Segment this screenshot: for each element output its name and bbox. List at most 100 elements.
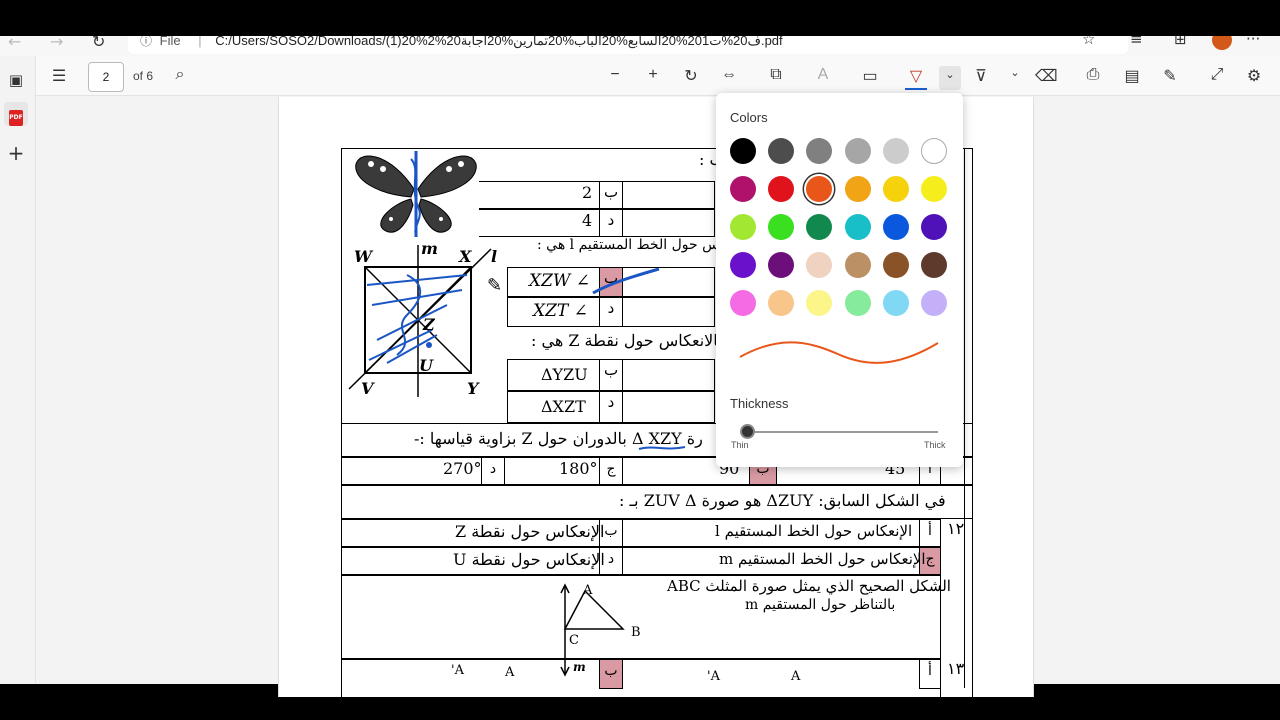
row-opt-4: [479, 209, 715, 237]
address-bar[interactable]: ⓘ File | C:/Users/SOSO2/Downloads/(1)20%…: [128, 36, 1128, 54]
contents-icon[interactable]: ☰: [48, 66, 70, 86]
underline-annotation: [638, 446, 686, 450]
opt-point-u: الإنعكاس حول نقطة U: [453, 550, 605, 569]
color-swatch[interactable]: [844, 252, 871, 278]
color-swatch[interactable]: [768, 138, 795, 164]
label-u: U: [419, 356, 433, 375]
page-view-icon[interactable]: ⧉: [765, 66, 787, 84]
draw-icon[interactable]: ▽: [905, 66, 927, 90]
q13-row: [341, 659, 941, 719]
tab-actions-icon[interactable]: ▣: [4, 68, 28, 92]
collections-icon[interactable]: ⊞: [1174, 36, 1187, 48]
color-swatch[interactable]: [882, 214, 909, 240]
letter-cell: د: [599, 391, 623, 423]
color-swatch[interactable]: [844, 176, 871, 202]
blue-annotation: [592, 267, 660, 295]
color-swatch[interactable]: [806, 138, 833, 164]
url-text: C:/Users/SOSO2/Downloads/(1)20%2%20ف20%ت…: [215, 36, 783, 48]
q13-number: ١٣: [947, 659, 965, 678]
highlighted-answer: ب: [599, 659, 623, 689]
print-icon[interactable]: ⎙: [1082, 66, 1104, 84]
color-swatch[interactable]: [806, 176, 833, 202]
stroke-preview: [739, 341, 939, 364]
settings-gear-icon[interactable]: ⚙: [1243, 66, 1265, 86]
rotate-icon[interactable]: ↻: [680, 66, 702, 86]
letter-cell: د: [599, 209, 623, 237]
fullscreen-icon[interactable]: ⤢: [1206, 66, 1228, 84]
color-swatch[interactable]: [768, 290, 795, 316]
favorites-icon[interactable]: ≡: [1130, 36, 1143, 48]
label-a: A: [583, 583, 593, 598]
label-m: m: [421, 239, 438, 258]
thickness-slider-track[interactable]: [747, 431, 938, 433]
read-aloud-icon[interactable]: A: [812, 66, 834, 84]
more-options-icon[interactable]: ···: [1246, 36, 1260, 48]
point-reflection-question: بالانعكاس حول نقطة Z هي :: [531, 331, 723, 350]
opt-line-l: الإنعكاس حول الخط المستقيم l: [715, 522, 913, 540]
label-l: l: [491, 247, 498, 266]
color-swatch[interactable]: [806, 252, 833, 278]
forward-icon[interactable]: →: [50, 36, 63, 51]
color-swatch[interactable]: [844, 290, 871, 316]
add-favorite-icon[interactable]: ☆: [1082, 36, 1095, 48]
opt-line-m: الإنعكاس حول الخط المستقيم m: [719, 550, 926, 568]
color-swatch[interactable]: [730, 138, 756, 164]
back-icon[interactable]: ←: [8, 36, 21, 51]
draw-options-panel: Colors Thickness Thin Thick: [716, 93, 963, 467]
color-swatch[interactable]: [882, 176, 909, 202]
color-swatch[interactable]: [844, 138, 871, 164]
draw-dropdown-chevron-icon[interactable]: ⌄: [939, 66, 961, 90]
q-abc-line2: بالتناظر حول المستقيم m: [745, 597, 896, 613]
color-swatch[interactable]: [730, 290, 756, 316]
letter-cell: ج: [599, 457, 623, 485]
color-swatch[interactable]: [882, 290, 909, 316]
color-swatch[interactable]: [882, 252, 909, 278]
text-icon[interactable]: ▭: [859, 66, 881, 86]
fit-width-icon[interactable]: ⇔: [718, 66, 740, 84]
color-swatch[interactable]: [921, 252, 947, 278]
save-as-icon[interactable]: ✎: [1159, 66, 1181, 86]
address-separator: |: [198, 36, 202, 48]
color-swatch[interactable]: [806, 290, 833, 316]
thickness-slider-thumb[interactable]: [740, 424, 755, 439]
color-swatch[interactable]: [921, 176, 947, 202]
page-number-input[interactable]: 2: [88, 62, 124, 92]
new-tab-icon[interactable]: +: [4, 141, 28, 165]
search-icon[interactable]: ⌕: [169, 66, 191, 84]
zoom-in-icon[interactable]: +: [642, 66, 664, 84]
color-swatch[interactable]: [730, 252, 756, 278]
color-swatch[interactable]: [921, 138, 947, 164]
page-count: of 6: [133, 69, 154, 83]
pdf-tab-icon[interactable]: PDF: [4, 102, 28, 126]
profile-avatar[interactable]: [1212, 36, 1232, 50]
label-w: W: [354, 247, 372, 266]
color-swatch[interactable]: [768, 214, 795, 240]
highlight-icon[interactable]: ⊽: [970, 66, 992, 86]
refresh-icon[interactable]: ↻: [92, 36, 105, 51]
label-a-3: A: [505, 665, 515, 680]
color-swatch[interactable]: [730, 176, 756, 202]
label-a-2: A: [791, 669, 801, 684]
save-icon[interactable]: ▤: [1121, 66, 1143, 86]
left-sidebar: ▣ PDF +: [0, 56, 36, 684]
file-label: File: [159, 36, 181, 48]
deg-270: 270°: [443, 459, 482, 478]
color-swatch[interactable]: [921, 214, 947, 240]
label-c: C: [569, 633, 579, 648]
highlight-dropdown-chevron-icon[interactable]: ⌄: [1004, 66, 1026, 79]
pdf-toolbar: ☰ 2 of 6 ⌕ − + ↻ ⇔ ⧉ A ▭ ▽ ⌄ ⊽ ⌄ ⌫ ⎙ ▤ ✎…: [36, 56, 1280, 96]
zoom-out-icon[interactable]: −: [604, 66, 626, 84]
color-swatch[interactable]: [882, 138, 909, 164]
erase-icon[interactable]: ⌫: [1035, 66, 1058, 86]
color-swatch[interactable]: [730, 214, 756, 240]
label-a-prime: A': [451, 663, 464, 678]
angle-xzt: ∠ XZT: [533, 301, 588, 321]
color-swatch[interactable]: [844, 214, 871, 240]
info-icon[interactable]: ⓘ: [140, 36, 152, 48]
color-swatch[interactable]: [806, 214, 833, 240]
color-swatch[interactable]: [921, 290, 947, 316]
letter-cell: ب: [599, 181, 623, 209]
q-zuy: في الشكل السابق: ΔZUY هو صورة ZUV Δ بـ :: [619, 491, 946, 510]
color-swatch[interactable]: [768, 252, 795, 278]
color-swatch[interactable]: [768, 176, 795, 202]
